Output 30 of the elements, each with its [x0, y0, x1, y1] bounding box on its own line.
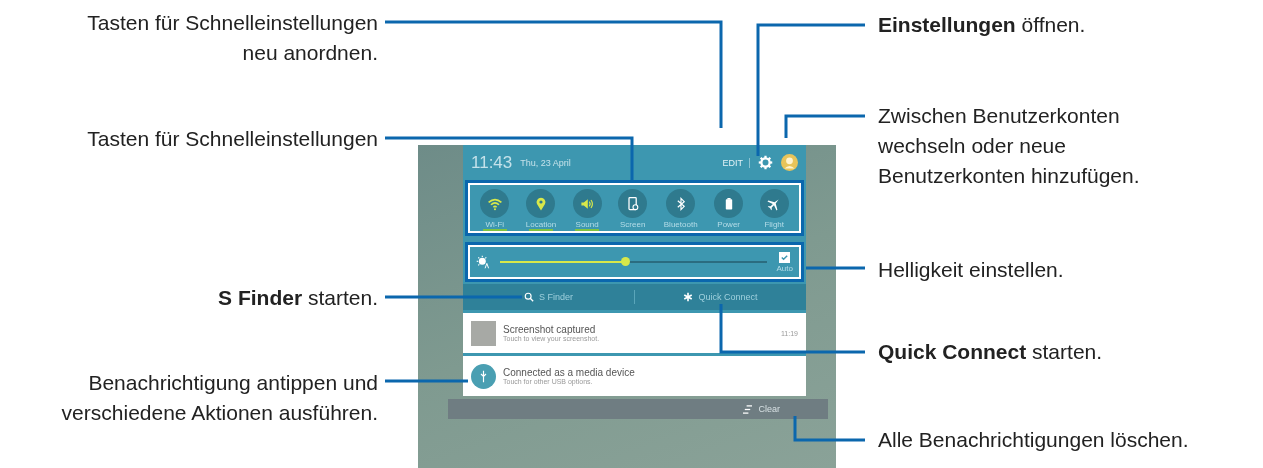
callout-text: Alle Benachrichtigungen löschen. — [878, 427, 1190, 453]
callout-text: Einstellungen öffnen. — [878, 12, 1087, 38]
slider-thumb[interactable] — [621, 257, 631, 266]
edit-button[interactable]: EDIT — [716, 157, 750, 168]
s-finder-button[interactable]: S Finder — [463, 291, 634, 303]
date-text: Thu, 23 April — [520, 157, 571, 168]
user-avatar-icon[interactable] — [781, 154, 798, 171]
auto-label: Auto — [776, 263, 793, 273]
settings-icon[interactable] — [758, 155, 773, 170]
clock-time: 11:43 — [471, 152, 513, 173]
notification-title: Connected as a media device — [503, 367, 636, 378]
callout-text: Benachrichtigung antippen und verschiedene Aktionen ausführen. — [60, 370, 378, 426]
callout-text: Helligkeit einstellen. — [878, 257, 1065, 283]
notification-title: Screenshot captured — [503, 324, 596, 335]
leader-line — [793, 416, 865, 442]
asterisk-icon — [683, 292, 694, 302]
screenshot-thumbnail — [471, 320, 496, 346]
callout-text: Zwischen Benutzerkonten wechseln oder neue Benutzerkonten hinzufügen. — [878, 103, 1141, 189]
clear-button[interactable]: Clear — [758, 404, 780, 414]
brightness-icon — [476, 255, 490, 269]
leader-line — [806, 266, 865, 270]
auto-checkbox[interactable] — [779, 251, 791, 263]
callout-text: S Finder starten. — [217, 285, 378, 311]
callout-text: Tasten für Schnelleinstellungen — [86, 126, 378, 152]
callout-text: Quick Connect starten. — [878, 339, 1104, 365]
quick-connect-button[interactable]: Quick Connect — [635, 291, 806, 303]
clear-lines-icon — [742, 404, 754, 414]
search-icon — [524, 292, 534, 302]
usb-icon — [471, 363, 496, 389]
callout-text: Tasten für Schnelleinstellungen neu anordnen. — [86, 10, 378, 66]
